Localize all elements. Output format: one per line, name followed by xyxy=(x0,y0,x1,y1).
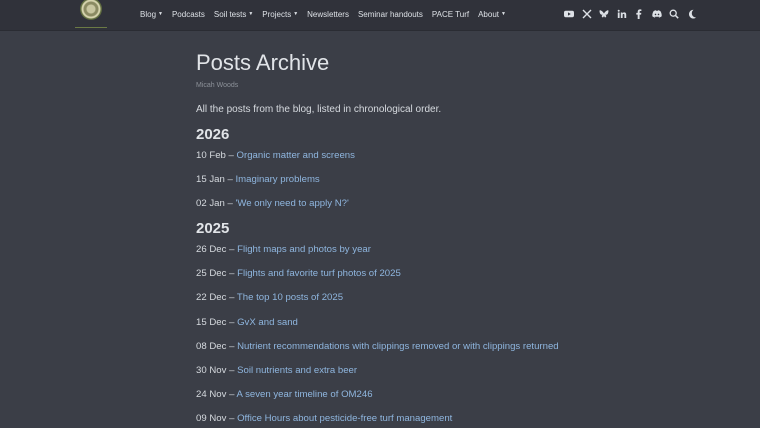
author-name: Micah Woods xyxy=(196,82,239,89)
nav-label: Soil tests xyxy=(213,9,247,19)
post-date: 10 Feb xyxy=(196,150,226,161)
post-item: 09 Nov – Office Hours about pesticide-fr… xyxy=(196,413,452,424)
bluesky-icon[interactable] xyxy=(599,9,609,19)
caret-down-icon: ▼ xyxy=(158,10,163,17)
post-date: 08 Dec xyxy=(196,341,227,352)
linkedin-icon[interactable] xyxy=(617,9,627,19)
post-date: 30 Nov xyxy=(196,365,227,376)
post-date: 15 Jan xyxy=(196,174,225,185)
post-link[interactable]: Nutrient recommendations with clippings … xyxy=(237,341,559,352)
x-icon[interactable] xyxy=(582,9,592,19)
nav-item-projects[interactable]: Projects ▼ xyxy=(262,10,298,19)
post-item: 22 Dec – The top 10 posts of 2025 xyxy=(196,292,343,303)
post-item: 15 Jan – Imaginary problems xyxy=(196,174,320,185)
navbar: Blog ▼ Podcasts Soil tests ▼ Projects ▼ New… xyxy=(0,0,760,31)
nav-item-about[interactable]: About ▼ xyxy=(478,10,506,19)
post-date: 09 Nov xyxy=(196,413,227,424)
search-icon[interactable] xyxy=(669,9,679,19)
post-date: 25 Dec xyxy=(196,268,227,279)
caret-down-icon: ▼ xyxy=(501,10,506,17)
separator: – xyxy=(224,174,236,185)
youtube-icon[interactable] xyxy=(564,9,574,19)
nav-label: About xyxy=(478,9,499,19)
year-heading: 2026 xyxy=(196,126,230,143)
separator: – xyxy=(226,413,238,424)
post-link[interactable]: Office Hours about pesticide-free turf m… xyxy=(237,413,452,424)
post-item: 08 Dec – Nutrient recommendations with c… xyxy=(196,341,559,352)
year-heading: 2025 xyxy=(196,220,230,237)
nav-item-pace-turf[interactable]: PACE Turf xyxy=(432,10,469,19)
post-link[interactable]: Imaginary problems xyxy=(235,174,319,185)
post-item: 24 Nov – A seven year timeline of OM246 xyxy=(196,389,373,400)
nav-label: Projects xyxy=(262,9,292,19)
post-link[interactable]: Soil nutrients and extra beer xyxy=(237,365,357,376)
intro-text: All the posts from the blog, listed in c… xyxy=(196,104,442,115)
nav-icons xyxy=(564,8,704,20)
nav-label: Blog xyxy=(140,9,157,19)
caret-down-icon: ▼ xyxy=(293,10,299,17)
separator: – xyxy=(225,150,237,161)
nav-item-podcasts[interactable]: Podcasts xyxy=(172,10,205,19)
post-date: 26 Dec xyxy=(196,244,227,255)
discord-icon[interactable] xyxy=(651,9,662,19)
post-link[interactable]: 'We only need to apply N?' xyxy=(235,198,348,209)
nav-item-seminar-handouts[interactable]: Seminar handouts xyxy=(358,10,423,19)
separator: – xyxy=(226,365,238,376)
logo-underline xyxy=(75,27,107,28)
nav-label: PACE Turf xyxy=(431,9,470,19)
post-link[interactable]: The top 10 posts of 2025 xyxy=(237,292,343,303)
post-link[interactable]: Flight maps and photos by year xyxy=(237,244,371,255)
post-item: 02 Jan – 'We only need to apply N?' xyxy=(196,198,349,209)
post-item: 26 Dec – Flight maps and photos by year xyxy=(196,244,371,255)
post-date: 15 Dec xyxy=(196,317,227,328)
separator: – xyxy=(226,389,237,400)
separator: – xyxy=(226,317,238,328)
post-link[interactable]: Organic matter and screens xyxy=(237,150,355,161)
separator: – xyxy=(226,292,237,303)
nav-label: Podcasts xyxy=(171,9,205,19)
separator: – xyxy=(226,268,238,279)
post-link[interactable]: A seven year timeline of OM246 xyxy=(237,389,373,400)
separator: – xyxy=(226,244,238,255)
nav-item-blog[interactable]: Blog ▼ xyxy=(140,10,163,19)
post-item: 25 Dec – Flights and favorite turf photo… xyxy=(196,268,401,279)
nav-label: Seminar handouts xyxy=(357,9,423,19)
post-item: 10 Feb – Organic matter and screens xyxy=(196,150,355,161)
post-link[interactable]: GvX and sand xyxy=(237,317,298,328)
separator: – xyxy=(224,198,236,209)
facebook-icon[interactable] xyxy=(634,9,644,19)
nav-menu: Blog ▼ Podcasts Soil tests ▼ Projects ▼ New… xyxy=(140,0,515,28)
post-date: 24 Nov xyxy=(196,389,227,400)
post-date: 02 Jan xyxy=(196,198,225,209)
site-logo[interactable] xyxy=(80,0,102,20)
post-item: 30 Nov – Soil nutrients and extra beer xyxy=(196,365,357,376)
nav-item-newsletters[interactable]: Newsletters xyxy=(307,10,349,19)
caret-down-icon: ▼ xyxy=(248,10,254,17)
separator: – xyxy=(226,341,238,352)
post-item: 15 Dec – GvX and sand xyxy=(196,317,298,328)
post-link[interactable]: Flights and favorite turf photos of 2025 xyxy=(237,268,401,279)
nav-item-soil-tests[interactable]: Soil tests ▼ xyxy=(214,10,253,19)
nav-label: Newsletters xyxy=(307,9,349,19)
dark-mode-icon[interactable] xyxy=(687,9,697,19)
post-date: 22 Dec xyxy=(196,292,227,303)
page-title: Posts Archive xyxy=(196,50,330,75)
